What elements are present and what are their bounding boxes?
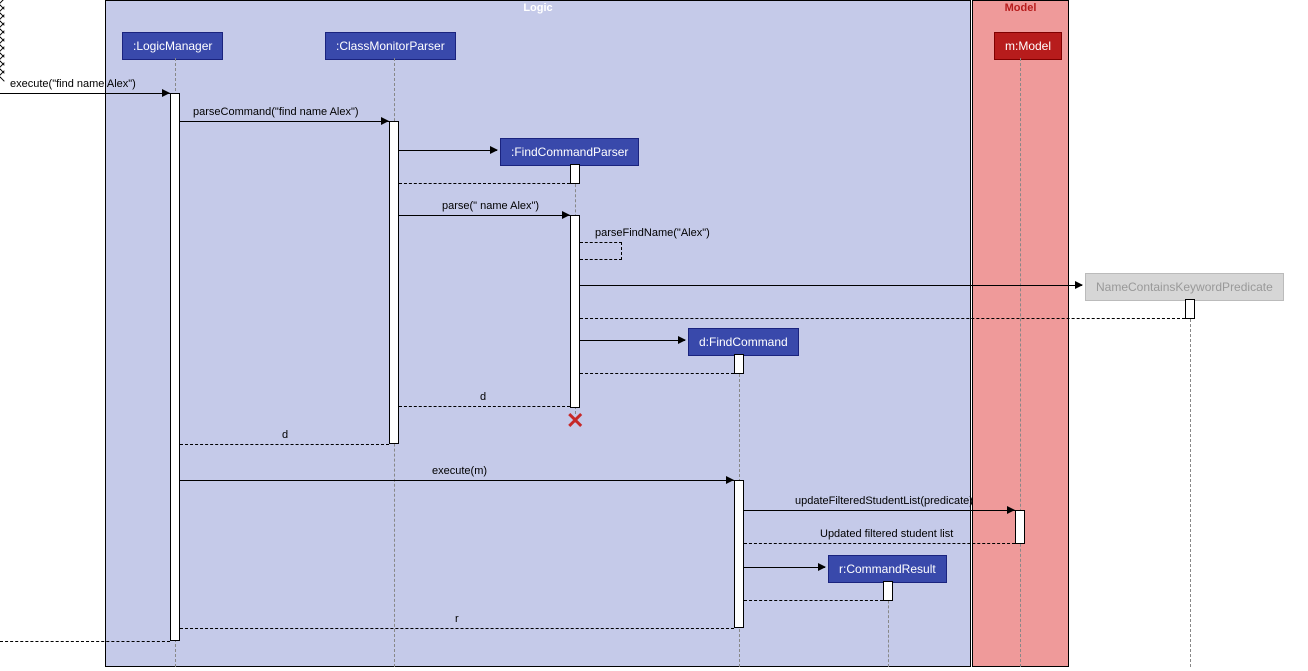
arrowhead-parsecommand — [381, 117, 389, 125]
arrowhead-create-cr — [818, 563, 826, 571]
arrowhead-parse — [562, 211, 570, 219]
arrow-updatedlist — [744, 543, 1015, 544]
participant-findcommandparser: :FindCommandParser — [500, 138, 639, 166]
msg-parsefindname: parseFindName("Alex") — [595, 227, 710, 239]
arrow-create-fcp — [399, 150, 497, 151]
arrow-create-fc — [580, 340, 685, 341]
arrow-create-pred — [580, 285, 1082, 286]
arrow-create-cr — [744, 567, 825, 568]
msg-r: r — [455, 613, 459, 625]
msg-parsecommand: parseCommand("find name Alex") — [193, 106, 359, 118]
activation-commandresult — [883, 581, 893, 601]
arrow-updatefiltered — [744, 510, 1015, 511]
msg-parse: parse(" name Alex") — [442, 200, 539, 212]
msg-updatefiltered: updateFilteredStudentList(predicate) — [795, 495, 973, 507]
arrow-return-pred — [580, 318, 1185, 319]
activation-classmonitorparser — [389, 121, 399, 444]
participant-commandresult: r:CommandResult — [828, 555, 947, 583]
activation-findcommand-2 — [734, 480, 744, 628]
arrowhead-execute1 — [162, 89, 170, 97]
activation-findcommand-1 — [734, 354, 744, 374]
arrow-executem — [180, 480, 734, 481]
lifeline-namepredicate — [1190, 299, 1191, 667]
arrowhead-final — [0, 70, 10, 81]
arrow-r — [180, 628, 734, 629]
arrowhead-create-fcp — [490, 146, 498, 154]
arrow-parse — [399, 215, 570, 216]
lifeline-model — [1020, 58, 1021, 667]
arrowhead-updatefiltered — [1007, 506, 1015, 514]
arrow-return-fc — [580, 373, 734, 374]
activation-namepredicate — [1185, 299, 1195, 319]
arrow-final — [0, 641, 170, 642]
destroy-fcp: ✕ — [566, 408, 584, 434]
activation-findcommandparser-2 — [570, 215, 580, 408]
arrow-d1 — [399, 406, 570, 407]
participant-logicmanager: :LogicManager — [122, 32, 223, 60]
participant-findcommand: d:FindCommand — [688, 328, 799, 356]
arrow-return-fcp — [399, 183, 570, 184]
activation-logicmanager — [170, 93, 180, 641]
participant-namepredicate: NameContainsKeywordPredicate — [1085, 273, 1284, 301]
arrow-parsecommand — [180, 121, 389, 122]
activation-model — [1015, 510, 1025, 544]
msg-d2: d — [282, 429, 288, 441]
msg-updatedlist: Updated filtered student list — [820, 528, 953, 540]
activation-findcommandparser-1 — [570, 164, 580, 184]
arrow-d2 — [180, 444, 389, 445]
selfcall-parsefindname — [580, 242, 622, 260]
arrowhead-executem — [726, 476, 734, 484]
msg-executem: execute(m) — [432, 465, 487, 477]
participant-model: m:Model — [994, 32, 1062, 60]
arrow-return-cr — [744, 600, 883, 601]
arrowhead-create-fc — [678, 336, 686, 344]
msg-execute1: execute("find name Alex") — [10, 78, 136, 90]
arrow-execute1 — [0, 93, 170, 94]
participant-classmonitorparser: :ClassMonitorParser — [325, 32, 456, 60]
msg-d1: d — [480, 391, 486, 403]
model-frame-label: Model — [997, 1, 1045, 15]
arrowhead-create-pred — [1075, 281, 1083, 289]
logic-frame-label: Logic — [515, 1, 560, 15]
